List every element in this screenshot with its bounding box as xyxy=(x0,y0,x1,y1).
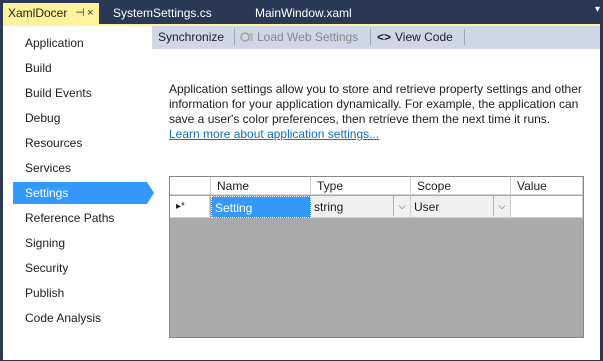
column-header-scope[interactable]: Scope xyxy=(411,177,511,195)
close-icon[interactable]: × xyxy=(87,3,93,24)
tab-dropdown-icon[interactable]: ▾ xyxy=(595,4,600,15)
tab-label: MainWindow.xaml xyxy=(255,6,352,20)
tab-mainwindow[interactable]: MainWindow.xaml xyxy=(255,3,352,24)
sidebar-item-label: Code Analysis xyxy=(25,311,102,325)
toolbar-separator xyxy=(370,29,371,45)
sidebar-item-debug[interactable]: Debug xyxy=(13,107,147,129)
tab-xamldocer[interactable]: XamlDocer ⊣ × xyxy=(3,3,99,25)
sidebar-item-label: Resources xyxy=(25,136,83,150)
sidebar-item-resources[interactable]: Resources xyxy=(13,132,147,154)
cell-scope-combo[interactable]: User ⌵ xyxy=(411,196,511,218)
tab-label: XamlDocer xyxy=(8,6,68,20)
row-header-new[interactable]: ▸* xyxy=(170,196,210,218)
toolbar-separator xyxy=(464,29,465,45)
view-code-button[interactable]: <> View Code xyxy=(377,26,453,48)
sidebar-item-build-events[interactable]: Build Events xyxy=(13,82,147,104)
project-properties-panel: Application Build Build Events Debug Res… xyxy=(3,24,600,360)
toolbar-separator xyxy=(234,29,235,45)
cell-type-value: string xyxy=(314,200,344,214)
sidebar-item-label: Publish xyxy=(25,286,65,300)
document-tab-bar: XamlDocer ⊣ × SystemSettings.cs MainWind… xyxy=(0,0,603,25)
chevron-down-icon[interactable]: ⌵ xyxy=(493,196,510,216)
sidebar-item-code-analysis[interactable]: Code Analysis xyxy=(13,307,147,329)
sidebar-item-services[interactable]: Services xyxy=(13,157,147,179)
sidebar-item-label: Signing xyxy=(25,236,66,250)
sidebar-item-reference-paths[interactable]: Reference Paths xyxy=(13,207,147,229)
sidebar-item-label: Build xyxy=(25,61,52,75)
sidebar-item-publish[interactable]: Publish xyxy=(13,282,147,304)
sidebar-item-label: Settings xyxy=(25,186,69,200)
sidebar-item-label: Build Events xyxy=(25,86,92,100)
settings-toolbar: Synchronize Load Web Settings <> View Cod… xyxy=(152,26,600,49)
synchronize-button[interactable]: Synchronize xyxy=(158,26,224,48)
tab-systemsettings[interactable]: SystemSettings.cs xyxy=(113,3,212,24)
cell-type-combo[interactable]: string ⌵ xyxy=(311,196,411,218)
grid-corner-header xyxy=(170,177,211,195)
description-text: Application settings allow you to store … xyxy=(169,82,582,126)
sidebar-item-label: Services xyxy=(25,161,72,175)
load-web-settings-label: Load Web Settings xyxy=(257,30,359,44)
cell-name[interactable]: Setting xyxy=(211,196,311,218)
sidebar-item-label: Debug xyxy=(25,111,61,125)
sidebar-item-application[interactable]: Application xyxy=(13,32,147,54)
view-code-label: View Code xyxy=(395,30,453,44)
learn-more-link[interactable]: Learn more about application settings... xyxy=(169,127,379,141)
sidebar-item-security[interactable]: Security xyxy=(13,257,147,279)
chevron-down-icon[interactable]: ⌵ xyxy=(393,196,410,216)
pin-icon[interactable]: ⊣ xyxy=(75,3,85,24)
web-settings-icon xyxy=(240,32,253,42)
column-header-name[interactable]: Name xyxy=(211,177,311,195)
tab-label: SystemSettings.cs xyxy=(113,6,212,20)
column-header-value[interactable]: Value xyxy=(511,177,583,195)
sidebar-item-label: Security xyxy=(25,261,69,275)
sidebar-item-signing[interactable]: Signing xyxy=(13,232,147,254)
selected-arrow-icon xyxy=(147,182,154,204)
sidebar-item-settings[interactable]: Settings xyxy=(13,182,147,204)
sidebar-item-label: Application xyxy=(25,36,84,50)
cell-scope-value: User xyxy=(414,200,440,214)
column-header-type[interactable]: Type xyxy=(311,177,411,195)
settings-description: Application settings allow you to store … xyxy=(169,82,584,142)
properties-sidebar: Application Build Build Events Debug Res… xyxy=(3,26,154,360)
load-web-settings-button[interactable]: Load Web Settings xyxy=(240,26,358,48)
sidebar-item-build[interactable]: Build xyxy=(13,57,147,79)
cell-value[interactable] xyxy=(511,196,583,218)
settings-grid: Name Type Scope Value ▸* Setting string … xyxy=(169,176,584,338)
sidebar-item-label: Reference Paths xyxy=(25,211,115,225)
code-icon: <> xyxy=(377,30,392,44)
